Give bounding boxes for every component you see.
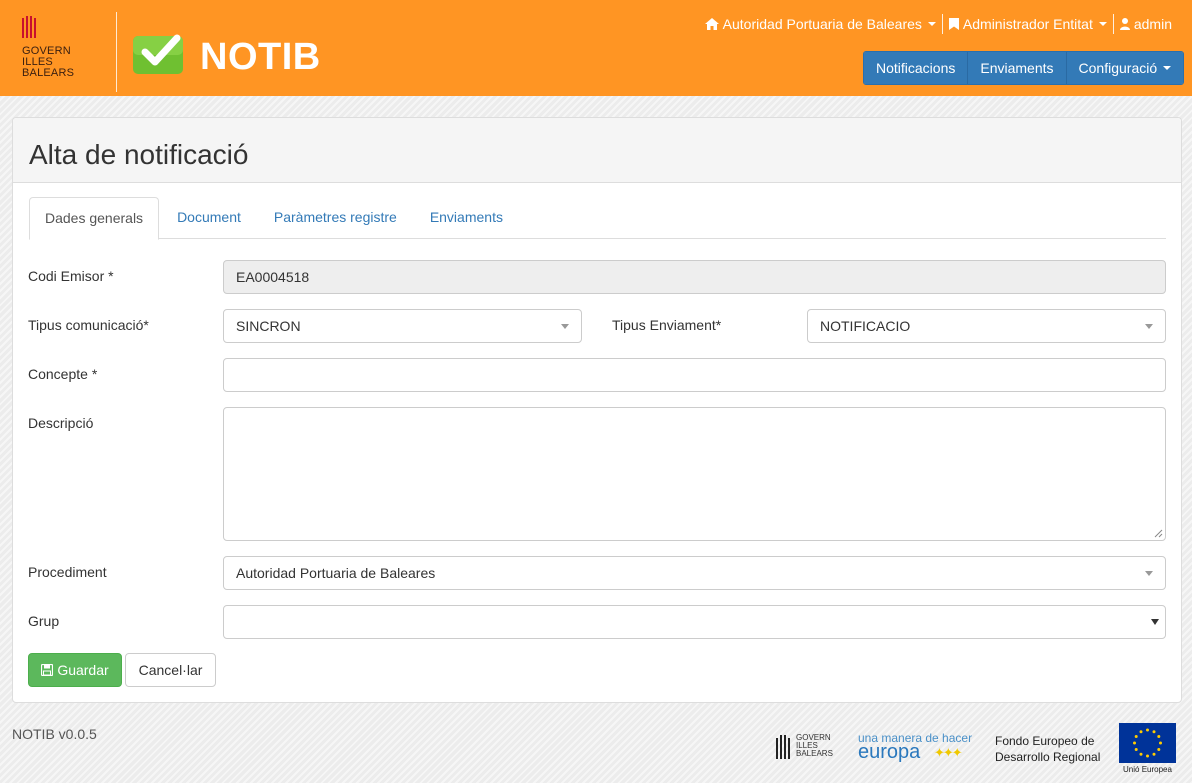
tipus-comunicacio-label: Tipus comunicació* [28,317,149,333]
tab-enviaments[interactable]: Enviaments [415,197,518,239]
top-user-menu: Autoridad Portuaria de Baleares Administ… [699,14,1178,34]
procediment-label: Procediment [28,564,107,580]
user-name: admin [1133,16,1172,32]
panel-heading: Alta de notificació [13,118,1181,183]
govern-illes-balears-logo[interactable]: GOVERN ILLES BALEARS [20,16,90,86]
footer-govern-text: GOVERN ILLES BALEARS [796,733,833,758]
role-selector[interactable]: Administrador Entitat [941,14,1113,34]
eu-flag-icon [1119,723,1176,763]
save-button[interactable]: Guardar [28,653,122,687]
page-title: Alta de notificació [29,139,249,170]
main-nav: Notificacions Enviaments Configuració [863,51,1185,85]
tipus-enviament-label: Tipus Enviament* [612,317,722,333]
descripcio-textarea[interactable] [223,407,1166,541]
tab-document[interactable]: Document [162,197,256,239]
tipus-enviament-select[interactable]: NOTIFICACIO [807,309,1166,343]
procediment-value: Autoridad Portuaria de Baleares [236,565,436,581]
concepte-input[interactable] [223,358,1166,392]
app-version: NOTIB v0.0.5 [12,726,97,742]
home-icon [704,18,719,30]
descripcio-label: Descripció [28,415,94,431]
checkmark-icon [133,34,183,74]
eu-caption: Unió Europea [1123,765,1172,774]
chevron-down-icon [1098,22,1107,26]
tipus-comunicacio-value: SINCRON [236,318,301,334]
resize-handle-icon[interactable] [1154,529,1163,538]
header-divider [116,12,117,92]
save-button-label: Guardar [57,662,109,678]
stars-icon: ✦✦✦ [934,745,963,760]
fondo-europeo-text: Fondo Europeo de Desarrollo Regional [995,734,1101,764]
entity-selector-label: Autoridad Portuaria de Baleares [722,16,922,32]
concepte-label: Concepte * [28,366,98,382]
app-header: GOVERN ILLES BALEARS NOTIB Autoridad Por… [0,0,1192,96]
tab-dades-generals[interactable]: Dades generals [29,197,160,240]
eu-stars-icon [1133,728,1162,758]
cancel-button[interactable]: Cancel·lar [125,653,216,687]
nav-configuracio[interactable]: Configuració [1066,52,1184,84]
role-selector-label: Administrador Entitat [962,16,1093,32]
procediment-select[interactable]: Autoridad Portuaria de Baleares [223,556,1166,590]
triangle-down-icon [1151,619,1159,625]
grup-select[interactable] [223,605,1166,639]
govern-emblem-icon [776,735,790,759]
footer-logos: GOVERN ILLES BALEARS una manera de hacer… [776,723,1186,778]
bookmark-icon [948,18,959,30]
tipus-comunicacio-select[interactable]: SINCRON [223,309,582,343]
nav-notificacions[interactable]: Notificacions [864,52,969,84]
chevron-down-icon [1163,66,1172,70]
app-title[interactable]: NOTIB [200,36,321,79]
codi-emisor-field: EA0004518 [223,260,1166,294]
tipus-enviament-value: NOTIFICACIO [820,318,911,334]
nav-enviaments[interactable]: Enviaments [968,52,1067,84]
nav-configuracio-label: Configuració [1078,60,1158,76]
govern-emblem-icon [22,16,36,38]
europa-word: europa [858,741,921,763]
grup-label: Grup [28,613,60,629]
codi-emisor-label: Codi Emisor * [28,268,114,284]
user-icon [1119,18,1130,30]
chevron-down-icon [561,324,569,329]
chevron-down-icon [927,22,936,26]
tab-parametres-registre[interactable]: Paràmetres registre [259,197,412,239]
user-link[interactable]: admin [1112,14,1178,34]
entity-selector[interactable]: Autoridad Portuaria de Baleares [699,14,942,34]
form-tabs: Dades generals Document Paràmetres regis… [29,197,1166,240]
govern-logo-text: GOVERN ILLES BALEARS [22,45,75,79]
chevron-down-icon [1145,324,1153,329]
form-panel: Alta de notificació Dades generals Docum… [12,117,1182,703]
chevron-down-icon [1145,571,1153,576]
floppy-disk-icon [41,664,54,676]
